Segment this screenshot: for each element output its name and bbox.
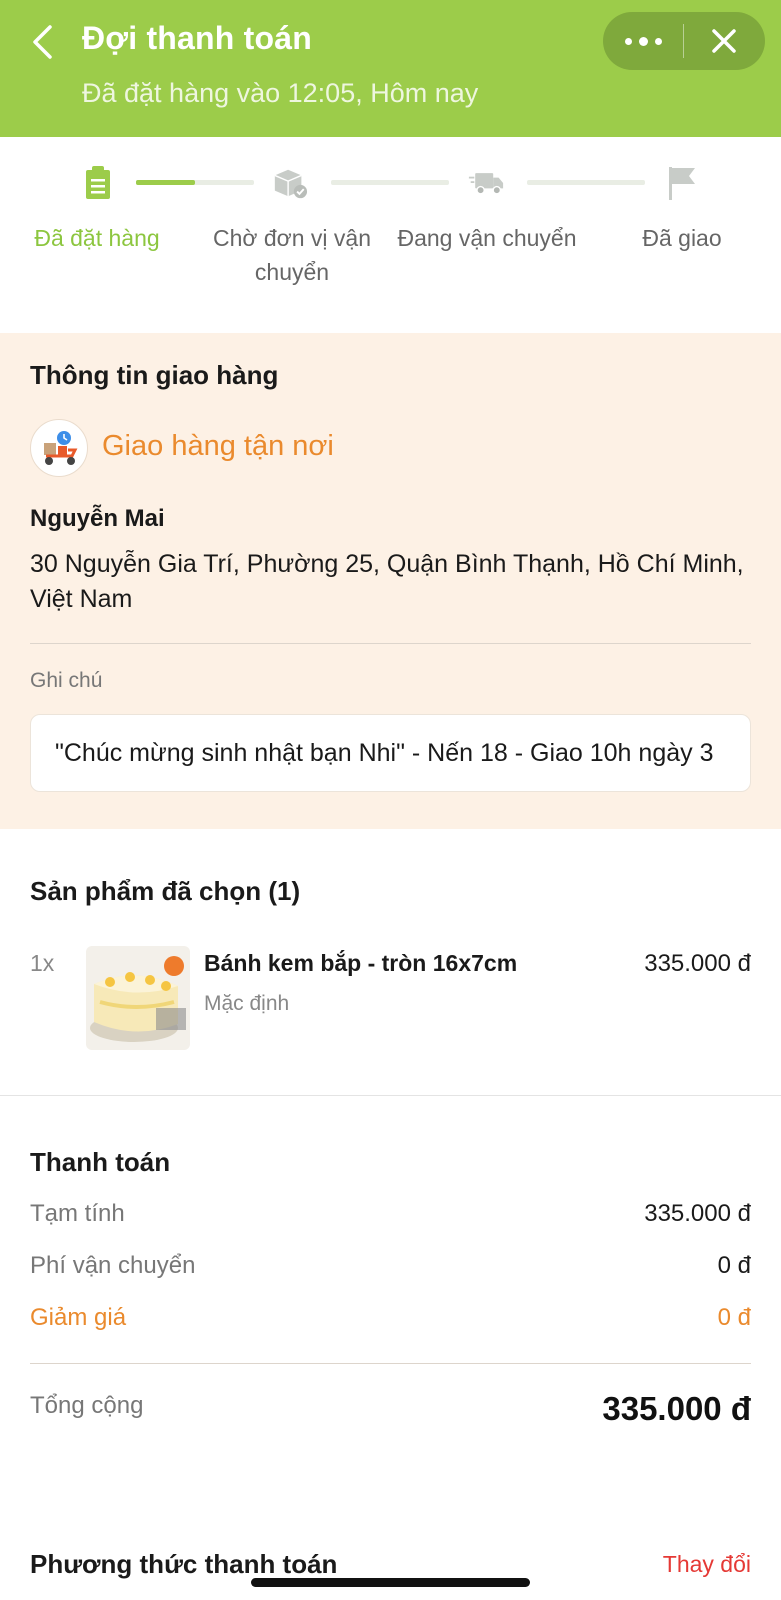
step-label-ordered: Đã đặt hàng — [34, 225, 160, 251]
order-time-subtitle: Đã đặt hàng vào 12:05, Hôm nay — [82, 78, 479, 108]
step-line-3 — [527, 180, 645, 185]
step-progress-line — [136, 180, 254, 185]
product-name: Bánh kem bắp - tròn 16x7cm — [204, 950, 518, 976]
delivery-method: Giao hàng tận nơi — [102, 430, 334, 462]
clipboard-icon — [80, 165, 116, 201]
subtotal-label: Tạm tính — [30, 1200, 125, 1227]
divider — [30, 643, 751, 644]
payment-title: Thanh toán — [30, 1147, 171, 1177]
step-label-waiting-carrier: Chờ đơn vị vận chuyển — [212, 225, 371, 285]
product-variant: Mặc định — [204, 992, 290, 1015]
payment-method-title: Phương thức thanh toán — [30, 1549, 338, 1579]
product-price: 335.000 đ — [644, 950, 751, 977]
shipping-fee-value: 0 đ — [717, 1252, 751, 1279]
note-label: Ghi chú — [30, 669, 103, 692]
close-button[interactable] — [684, 12, 764, 70]
home-indicator — [251, 1578, 530, 1587]
total-value: 335.000 đ — [602, 1390, 751, 1427]
step-label-shipping: Đang vận chuyển — [397, 225, 577, 251]
recipient-address: 30 Nguyễn Gia Trí, Phường 25, Quận Bình … — [30, 550, 744, 613]
total-label: Tổng cộng — [30, 1392, 144, 1419]
corn-cake-image — [86, 946, 190, 1050]
subtotal-value: 335.000 đ — [644, 1200, 751, 1227]
shipping-fee-label: Phí vận chuyển — [30, 1252, 196, 1279]
order-status-stepper: Đã đặt hàng Chờ đơn vị vận chuyển Đang v… — [0, 137, 781, 333]
divider — [30, 1363, 751, 1364]
more-button[interactable] — [603, 12, 683, 70]
page-title: Đợi thanh toán — [82, 20, 312, 56]
delivery-info-section: Thông tin giao hàng Giao hàng tận nơi Ng… — [0, 333, 781, 829]
more-dots-icon — [624, 37, 632, 45]
close-icon — [712, 29, 736, 53]
product-quantity: 1x — [30, 950, 55, 976]
recipient-name: Nguyễn Mai — [30, 505, 165, 532]
selected-products-title: Sản phẩm đã chọn (1) — [30, 876, 301, 906]
back-button[interactable] — [24, 22, 60, 62]
note-field[interactable]: "Chúc mừng sinh nhật bạn Nhi" - Nến 18 -… — [30, 714, 751, 792]
chevron-left-icon — [33, 25, 52, 59]
truck-icon — [468, 165, 504, 201]
delivery-info-title: Thông tin giao hàng — [30, 360, 279, 390]
discount-label: Giảm giá — [30, 1304, 127, 1331]
flag-icon — [664, 165, 700, 201]
section-divider — [0, 1095, 781, 1096]
step-line-2 — [331, 180, 449, 185]
package-check-icon — [272, 165, 308, 201]
header-bar: Đợi thanh toán Đã đặt hàng vào 12:05, Hô… — [0, 0, 781, 137]
delivery-scooter-icon — [30, 419, 88, 477]
step-label-delivered: Đã giao — [642, 225, 722, 251]
change-payment-method-link[interactable]: Thay đổi — [663, 1551, 751, 1578]
discount-value: 0 đ — [717, 1304, 751, 1331]
miniapp-capsule — [603, 12, 765, 70]
